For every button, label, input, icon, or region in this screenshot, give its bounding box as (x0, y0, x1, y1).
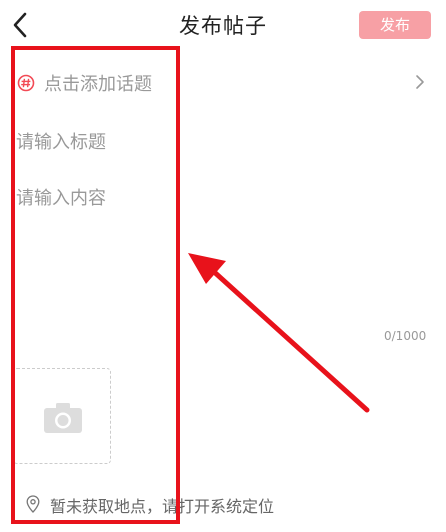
camera-icon (44, 403, 82, 433)
add-topic-label: 点击添加话题 (44, 74, 152, 95)
header-bar: 发布帖子 发布 (0, 0, 446, 50)
character-counter: 0/1000 (384, 329, 427, 343)
location-status-text: 暂未获取地点，请打开系统定位 (50, 497, 275, 516)
chevron-right-icon (416, 75, 424, 89)
location-row[interactable]: 暂未获取地点，请打开系统定位 (0, 490, 446, 520)
location-pin-icon (26, 495, 40, 513)
content-input[interactable] (16, 185, 426, 325)
add-photo-button[interactable] (13, 368, 111, 464)
title-input[interactable] (16, 127, 426, 157)
add-topic-row[interactable]: 点击添加话题 (0, 64, 446, 100)
hashtag-circle-icon (17, 74, 35, 92)
publish-button[interactable]: 发布 (359, 11, 431, 39)
